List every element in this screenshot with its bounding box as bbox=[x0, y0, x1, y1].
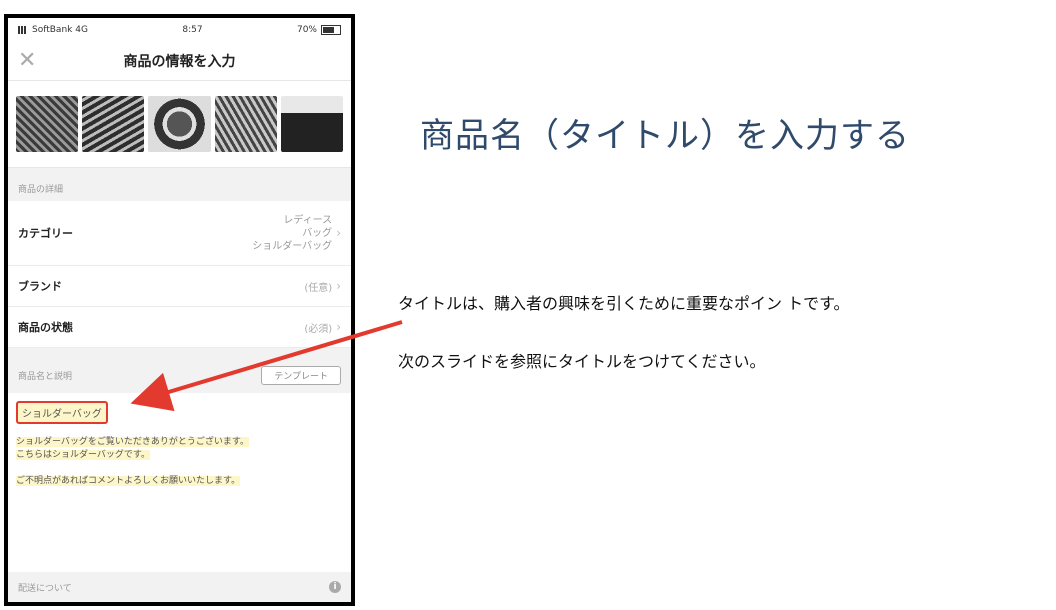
condition-row[interactable]: 商品の状態 (必須) › bbox=[8, 307, 351, 348]
photo-strip bbox=[8, 81, 351, 168]
product-photo[interactable] bbox=[280, 96, 344, 152]
product-photo[interactable] bbox=[82, 96, 145, 152]
page-title: 商品の情報を入力 bbox=[123, 54, 236, 70]
category-value-line: レディース bbox=[283, 214, 333, 226]
description-textarea[interactable]: ショルダーバッグをご覧いただきありがとうございます。 こちらはショルダーバッグで… bbox=[16, 436, 343, 488]
brand-value: (任意) bbox=[304, 282, 333, 294]
category-value: レディース バッグ ショルダーバッグ bbox=[252, 214, 332, 253]
template-button[interactable]: テンプレート bbox=[261, 366, 341, 385]
title-input[interactable]: ショルダーバッグ bbox=[16, 401, 108, 424]
shipping-label: 配送について bbox=[18, 583, 72, 594]
instruction-text: タイトルは、購入者の興味を引くために重要なポイン トです。 bbox=[398, 294, 850, 313]
product-photo[interactable] bbox=[214, 96, 277, 152]
description-line: ご不明点があればコメントよろしくお願いいたします。 bbox=[16, 476, 241, 486]
battery-percent: 70% bbox=[296, 25, 317, 35]
clock: 8:57 bbox=[182, 25, 203, 35]
details-section-label: 商品の詳細 bbox=[8, 168, 351, 201]
slide-title: 商品名（タイトル）を入力する bbox=[420, 116, 910, 156]
chevron-right-icon: › bbox=[336, 320, 341, 334]
chevron-right-icon: › bbox=[336, 226, 341, 240]
chevron-right-icon: › bbox=[336, 279, 341, 293]
description-form: ショルダーバッグ ショルダーバッグをご覧いただきありがとうございます。 こちらは… bbox=[8, 393, 351, 579]
phone-screenshot: SoftBank 4G 8:57 70% ✕ 商品の情報を入力 商品の詳細 カテ… bbox=[4, 14, 355, 606]
category-value-line: ショルダーバッグ bbox=[252, 240, 333, 252]
battery-icon bbox=[320, 25, 341, 35]
product-photo[interactable] bbox=[16, 96, 79, 152]
brand-label: ブランド bbox=[18, 280, 62, 293]
condition-label: 商品の状態 bbox=[18, 321, 73, 334]
description-header: 商品名と説明 テンプレート bbox=[8, 348, 351, 393]
status-bar: SoftBank 4G 8:57 70% bbox=[8, 18, 351, 42]
category-row[interactable]: カテゴリー レディース バッグ ショルダーバッグ › bbox=[8, 201, 351, 266]
shipping-section: 配送について i bbox=[8, 572, 351, 602]
carrier-label: SoftBank 4G bbox=[32, 25, 88, 35]
category-label: カテゴリー bbox=[18, 227, 73, 240]
instruction-text: 次のスライドを参照にタイトルをつけてください。 bbox=[398, 352, 766, 371]
product-photo[interactable] bbox=[148, 96, 211, 152]
description-line: ショルダーバッグをご覧いただきありがとうございます。 bbox=[16, 437, 250, 447]
description-line: こちらはショルダーバッグです。 bbox=[16, 450, 151, 460]
info-icon[interactable]: i bbox=[329, 581, 341, 593]
signal-icon bbox=[18, 26, 28, 34]
nav-bar: ✕ 商品の情報を入力 bbox=[8, 42, 351, 81]
close-icon[interactable]: ✕ bbox=[18, 50, 36, 72]
description-section-label: 商品名と説明 bbox=[18, 372, 73, 382]
brand-row[interactable]: ブランド (任意) › bbox=[8, 266, 351, 307]
condition-value: (必須) bbox=[304, 323, 333, 335]
category-value-line: バッグ bbox=[302, 227, 333, 239]
